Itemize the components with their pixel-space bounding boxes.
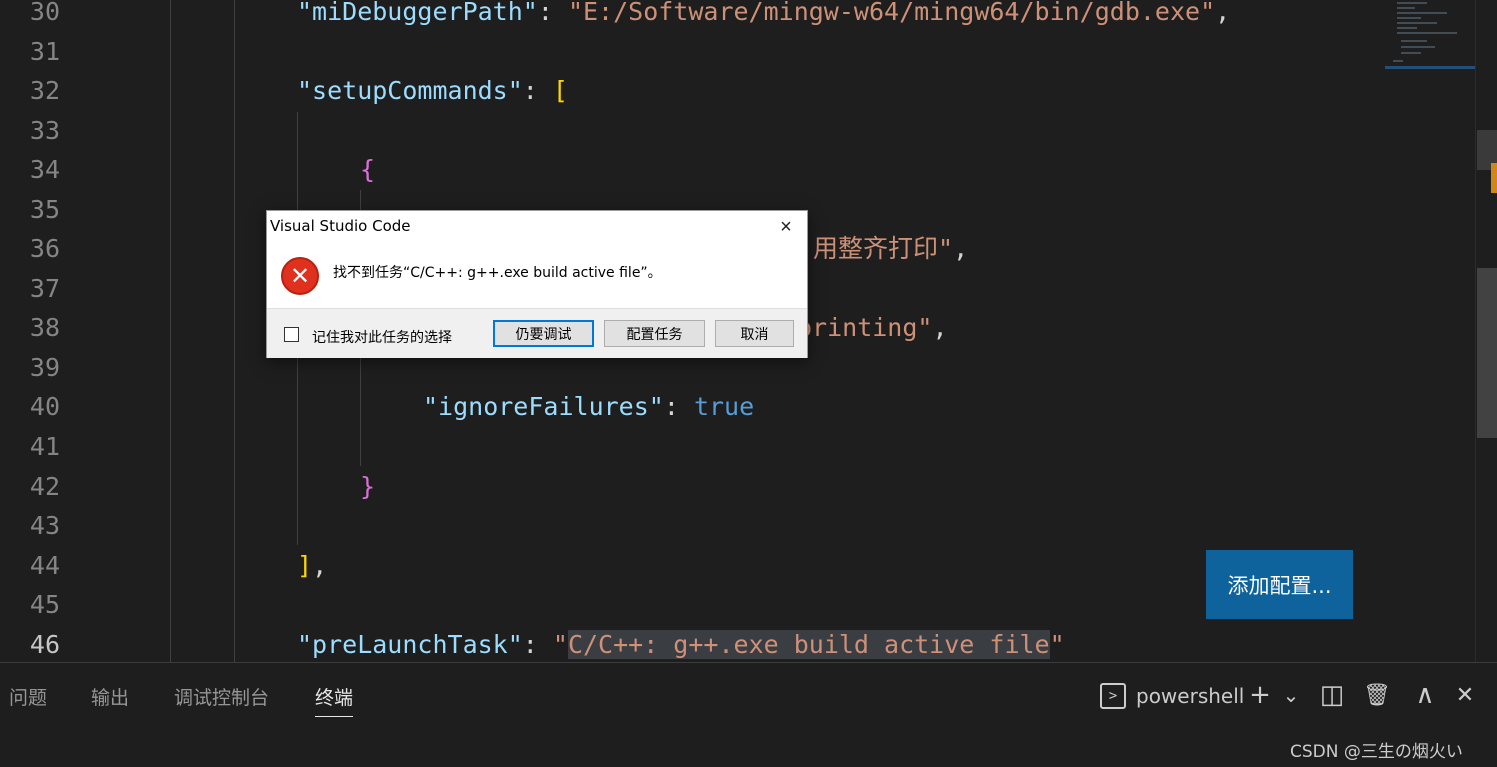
code-line-34: { [360,150,375,190]
watermark: CSDN @三生の烟火い [1290,742,1463,762]
close-panel-icon[interactable]: ✕ [1450,679,1480,711]
code-line-30: "miDebuggerPath": "E:/Software/mingw-w64… [297,0,1230,32]
terminal-selector[interactable]: > powershell [1100,681,1244,711]
comma: , [1215,0,1231,26]
tab-debug-console[interactable]: 调试控制台 [174,683,269,713]
colon: : [522,630,553,659]
dialog-title: Visual Studio Code [270,217,411,235]
new-terminal-icon[interactable]: + [1245,679,1275,711]
json-key: "setupCommands" [297,76,523,105]
comma: , [953,234,969,263]
json-string-selected[interactable]: C/C++: g++.exe build active file [567,630,1050,659]
close-bracket: ] [297,551,313,580]
json-boolean: true [693,392,755,421]
json-string-quote: " [1049,630,1065,659]
json-string: "E:/Software/mingw-w64/mingw64/bin/gdb.e… [567,0,1216,26]
maximize-panel-icon[interactable]: ∧ [1410,679,1440,711]
terminal-icon: > [1100,683,1126,709]
code-line-44: ], [297,546,327,586]
comma: , [932,313,948,342]
bottom-panel: 问题 输出 调试控制台 终端 > powershell + ⌄ ◫ 🗑 ∧ ✕ … [0,662,1497,767]
colon: : [537,0,568,26]
json-key: "ignoreFailures" [423,392,664,421]
vertical-scrollbar[interactable] [1475,0,1497,662]
split-terminal-icon[interactable]: ◫ [1317,679,1347,711]
code-line-38: printing", [797,308,948,348]
close-icon[interactable]: × [773,215,799,239]
terminal-name: powershell [1136,684,1245,708]
open-brace: { [360,155,376,184]
comma: , [312,551,328,580]
scrollbar-marker [1491,163,1497,193]
json-key: "miDebuggerPath" [297,0,538,26]
chevron-down-icon[interactable]: ⌄ [1276,679,1306,711]
dialog-footer: 记住我对此任务的选择 仍要调试 配置任务 取消 [267,308,807,358]
json-string: 用整齐打印" [813,234,954,263]
error-dialog: Visual Studio Code × ✕ 找不到任务“C/C++: g++.… [266,210,808,358]
colon: : [663,392,694,421]
error-icon: ✕ [281,257,319,295]
add-configuration-button[interactable]: 添加配置... [1206,550,1353,619]
code-line-36: 用整齐打印", [813,229,968,269]
remember-checkbox-label[interactable]: 记住我对此任务的选择 [312,327,452,347]
minimap-viewport [1385,66,1475,69]
configure-task-button[interactable]: 配置任务 [604,320,705,347]
json-string: printing" [797,313,933,342]
trash-icon[interactable]: 🗑 [1362,679,1392,711]
colon: : [522,76,553,105]
scrollbar-thumb[interactable] [1477,268,1497,438]
code-line-40: "ignoreFailures": true [423,387,754,427]
json-string-quote: " [552,630,568,659]
tab-output[interactable]: 输出 [91,683,129,713]
close-brace: } [360,472,376,501]
dialog-message: 找不到任务“C/C++: g++.exe build active file”。 [333,265,662,281]
tab-problems[interactable]: 问题 [9,683,47,713]
tab-terminal[interactable]: 终端 [315,683,354,717]
json-key: "preLaunchTask" [297,630,523,659]
open-bracket: [ [552,76,568,105]
remember-checkbox[interactable] [284,327,299,342]
cancel-button[interactable]: 取消 [715,320,794,347]
debug-anyway-button[interactable]: 仍要调试 [493,320,594,347]
code-line-42: } [360,467,375,507]
code-line-46: "preLaunchTask": "C/C++: g++.exe build a… [297,625,1065,662]
code-line-32: "setupCommands": [ [297,71,568,111]
